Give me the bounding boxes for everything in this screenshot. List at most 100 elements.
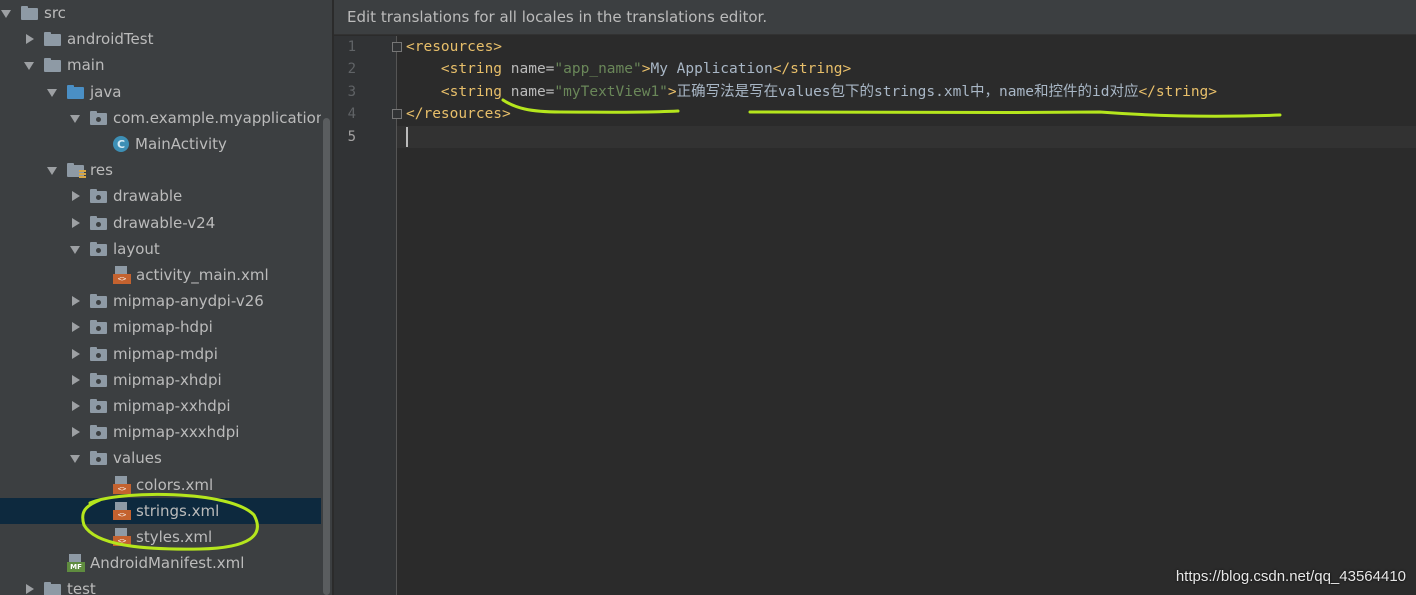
tree-item-label: java <box>90 82 122 101</box>
code-line[interactable]: <string name="myTextView1">正确写法是写在values… <box>406 81 1406 103</box>
tree-item[interactable]: res <box>0 157 332 183</box>
tree-item[interactable]: main <box>0 52 332 78</box>
package-folder-icon <box>90 215 107 230</box>
code-token: <string <box>440 61 511 77</box>
collapse-arrow-right-icon[interactable] <box>69 321 81 333</box>
package-folder-icon <box>90 320 107 335</box>
code-token: <resources> <box>406 39 503 55</box>
tree-item-label: AndroidManifest.xml <box>90 554 245 573</box>
tree-item[interactable]: values <box>0 445 332 471</box>
tree-item[interactable]: androidTest <box>0 26 332 52</box>
banner-text: Edit translations for all locales in the… <box>347 8 768 26</box>
tree-item[interactable]: test <box>0 576 332 595</box>
expand-arrow-down-icon[interactable] <box>69 112 81 124</box>
tree-item[interactable]: <> activity_main.xml <box>0 262 332 288</box>
code-line[interactable]: <resources> <box>406 36 1406 58</box>
code-line[interactable]: </resources> <box>406 103 1406 125</box>
tree-item[interactable]: drawable-v24 <box>0 210 332 236</box>
folder-icon <box>44 58 61 73</box>
line-number: 1 <box>347 39 356 55</box>
tree-item[interactable]: MF AndroidManifest.xml <box>0 550 332 576</box>
tree-item-label: values <box>113 449 162 468</box>
tree-item[interactable]: mipmap-anydpi-v26 <box>0 288 332 314</box>
xml-file-icon: <> <box>113 266 131 284</box>
expand-arrow-down-icon[interactable] <box>0 7 12 19</box>
collapse-arrow-right-icon[interactable] <box>69 426 81 438</box>
line-number: 2 <box>347 61 356 77</box>
tree-item[interactable]: C MainActivity <box>0 131 332 157</box>
code-token: </resources> <box>406 106 511 122</box>
tree-item[interactable]: java <box>0 79 332 105</box>
collapse-arrow-right-icon[interactable] <box>69 400 81 412</box>
tree-item[interactable]: <> colors.xml <box>0 472 332 498</box>
tree-item-label: mipmap-xxhdpi <box>113 397 231 415</box>
code-token: <string <box>440 84 511 100</box>
tree-item[interactable]: src <box>0 0 332 26</box>
code-token: My Application <box>650 61 773 77</box>
tree-item-label: mipmap-xhdpi <box>113 370 222 389</box>
tree-item[interactable]: com.example.myapplication <box>0 105 332 131</box>
folder-icon <box>21 6 38 20</box>
tree-item[interactable]: mipmap-xxhdpi <box>0 393 332 419</box>
code-line[interactable]: <string name="app_name">My Application</… <box>406 58 1406 80</box>
collapse-arrow-right-icon[interactable] <box>69 217 81 229</box>
tree-item[interactable]: drawable <box>0 183 332 209</box>
resource-folder-icon <box>67 163 86 179</box>
tree-item-label: colors.xml <box>136 475 214 494</box>
tree-item[interactable]: mipmap-mdpi <box>0 341 332 367</box>
tree-item[interactable]: mipmap-hdpi <box>0 314 332 340</box>
watermark: https://blog.csdn.net/qq_43564410 <box>1175 568 1406 585</box>
package-folder-icon <box>90 346 107 361</box>
tree-item-label: activity_main.xml <box>136 266 269 284</box>
code-token: </string> <box>1138 84 1218 100</box>
tree-item-label: test <box>67 580 96 595</box>
fold-marker-icon[interactable] <box>392 109 402 119</box>
code-token: name= <box>510 61 555 77</box>
project-tree-panel: src androidTest main java com.example.myappl… <box>0 0 332 595</box>
xml-file-icon: <> <box>113 501 131 520</box>
tree-item[interactable]: <> strings.xml <box>0 497 332 524</box>
expand-arrow-down-icon[interactable] <box>46 86 58 98</box>
expand-arrow-down-icon[interactable] <box>69 243 81 255</box>
folder-icon <box>44 32 61 47</box>
tree-item-label: src <box>44 4 66 22</box>
tree-item[interactable]: mipmap-xxxhdpi <box>0 419 332 445</box>
expand-arrow-down-icon[interactable] <box>69 452 81 464</box>
package-folder-icon <box>90 189 107 204</box>
collapse-arrow-right-icon[interactable] <box>69 295 81 307</box>
package-folder-icon <box>90 425 107 440</box>
tree-item-label: mipmap-hdpi <box>113 318 213 337</box>
collapse-arrow-right-icon[interactable] <box>69 348 81 360</box>
collapse-arrow-right-icon[interactable] <box>69 190 81 202</box>
tree-item[interactable]: mipmap-xhdpi <box>0 367 332 393</box>
tree-item[interactable]: <> styles.xml <box>0 524 332 550</box>
tree-item-label: res <box>90 161 113 180</box>
collapse-arrow-right-icon[interactable] <box>23 33 35 45</box>
fold-marker-icon[interactable] <box>392 42 402 52</box>
code-line[interactable] <box>406 126 1406 148</box>
code-token: > <box>667 84 677 100</box>
tree-item[interactable]: layout <box>0 236 332 262</box>
tree-item-label: drawable <box>113 187 183 206</box>
expand-arrow-down-icon[interactable] <box>46 164 58 176</box>
tree-item-label: strings.xml <box>136 501 220 520</box>
line-number: 5 <box>347 129 356 145</box>
package-folder-icon <box>90 451 107 466</box>
code-token: 正确写法是写在values包下的strings.xml中，name和控件的id对… <box>676 84 1139 100</box>
package-folder-icon <box>90 110 107 125</box>
tree-item-label: mipmap-anydpi-v26 <box>113 292 264 311</box>
tree-item-label: drawable-v24 <box>113 213 216 232</box>
tree-item-label: main <box>67 56 105 75</box>
collapse-arrow-right-icon[interactable] <box>69 374 81 386</box>
collapse-arrow-right-icon[interactable] <box>23 583 35 595</box>
xml-file-icon: <> <box>113 475 131 494</box>
tree-item-label: layout <box>113 239 160 258</box>
tree-item-label: androidTest <box>67 30 154 49</box>
code-token: name= <box>510 84 555 100</box>
tree-scrollbar-thumb[interactable] <box>323 118 330 595</box>
text-caret <box>406 127 408 147</box>
tree-item-label: styles.xml <box>136 528 213 546</box>
translations-editor-banner[interactable]: Edit translations for all locales in the… <box>334 0 1416 35</box>
expand-arrow-down-icon[interactable] <box>23 59 35 71</box>
code-token: "app_name" <box>554 61 642 77</box>
